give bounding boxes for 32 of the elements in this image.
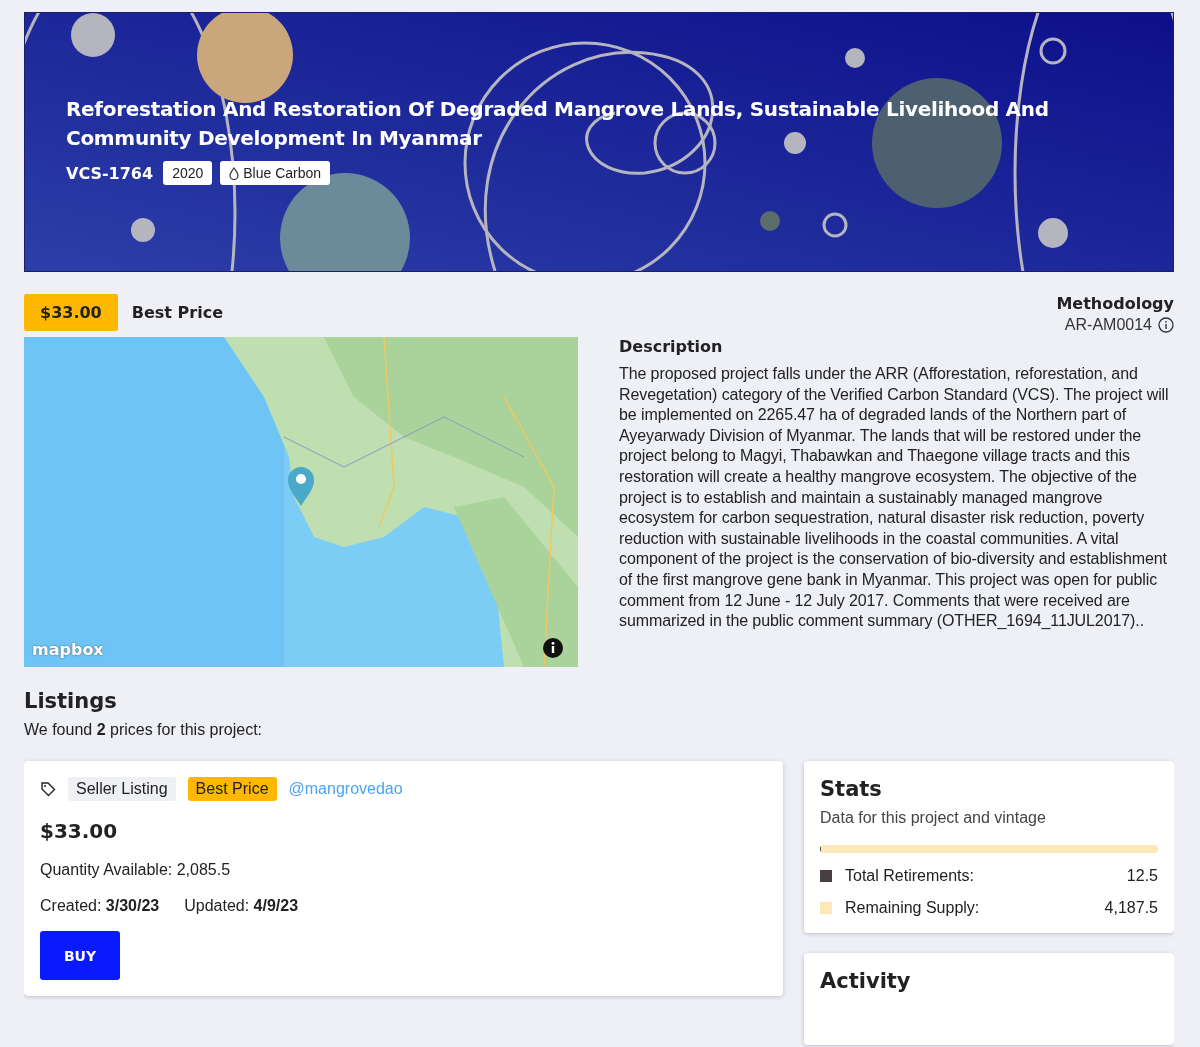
methodology-value: AR-AM0014 xyxy=(1064,316,1152,334)
updated-date: Updated: 4/9/23 xyxy=(184,897,299,915)
legend-value: 4,187.5 xyxy=(1104,899,1158,917)
activity-heading: Activity xyxy=(820,969,912,993)
project-id: VCS-1764 xyxy=(66,163,154,183)
description-text: The proposed project falls under the ARR (Afforestation, reforestation, and Revegetation) category of the Verified Carbon Standard (VCS). The project will be implemented on 2265.47 ha of degraded lands of the Northern part of Ayeyarwady Division of Myanmar. The lands that will be restored under the project belong to Magyi, Thabawkan and Thaegone village tracts and this restoration will create a healthy mangrove ecosystem. The objective of the project is to establish and maintain a sustainably managed mangrove ecosystem for carbon sequestration, natural disaster risk reduction, poverty reduction with sustainable livelihoods in the coastal communities. A vital component of the project is the conservation of bio-diversity and establishment of the first mangrove gene bank in Myanmar. This project was open for public comment from 12 June - 12 July 2017. Comments that were received are summarized in the public comment summary (OTHER_1694_11JUL2017).. xyxy=(619,364,1170,632)
map-pin-icon[interactable] xyxy=(286,465,316,507)
mapbox-attribution[interactable]: mapbox xyxy=(32,640,104,659)
category-tag: Blue Carbon xyxy=(220,161,331,185)
price-badge: $33.00 xyxy=(24,293,118,331)
listings-summary: We found 2 prices for this project: xyxy=(24,721,264,739)
legend-label: Total Retirements: xyxy=(845,867,974,885)
best-price-label: Best Price xyxy=(131,302,223,322)
stats-heading: Stats xyxy=(820,777,883,801)
created-date: Created: 3/30/23 xyxy=(40,897,160,915)
vintage-tag: 2020 xyxy=(163,161,213,185)
drop-icon xyxy=(229,166,240,180)
listing-price: $33.00 xyxy=(40,819,119,843)
legend-label: Remaining Supply: xyxy=(845,899,980,917)
legend-value: 12.5 xyxy=(1126,867,1158,885)
info-icon[interactable] xyxy=(542,637,564,659)
seller-listing-badge: Seller Listing xyxy=(68,777,176,801)
best-price-badge: Best Price xyxy=(187,777,277,801)
description-heading: Description xyxy=(619,337,724,356)
methodology-heading: Methodology xyxy=(1056,294,1174,313)
quantity-available: Quantity Available: 2,085.5 xyxy=(40,861,232,879)
buy-button[interactable]: BUY xyxy=(40,931,120,980)
tag-icon xyxy=(40,781,56,797)
listings-heading: Listings xyxy=(24,689,118,713)
stats-subtitle: Data for this project and vintage xyxy=(820,809,1047,827)
info-icon[interactable] xyxy=(1158,317,1174,333)
seller-link[interactable]: @mangrovedao xyxy=(288,780,403,798)
